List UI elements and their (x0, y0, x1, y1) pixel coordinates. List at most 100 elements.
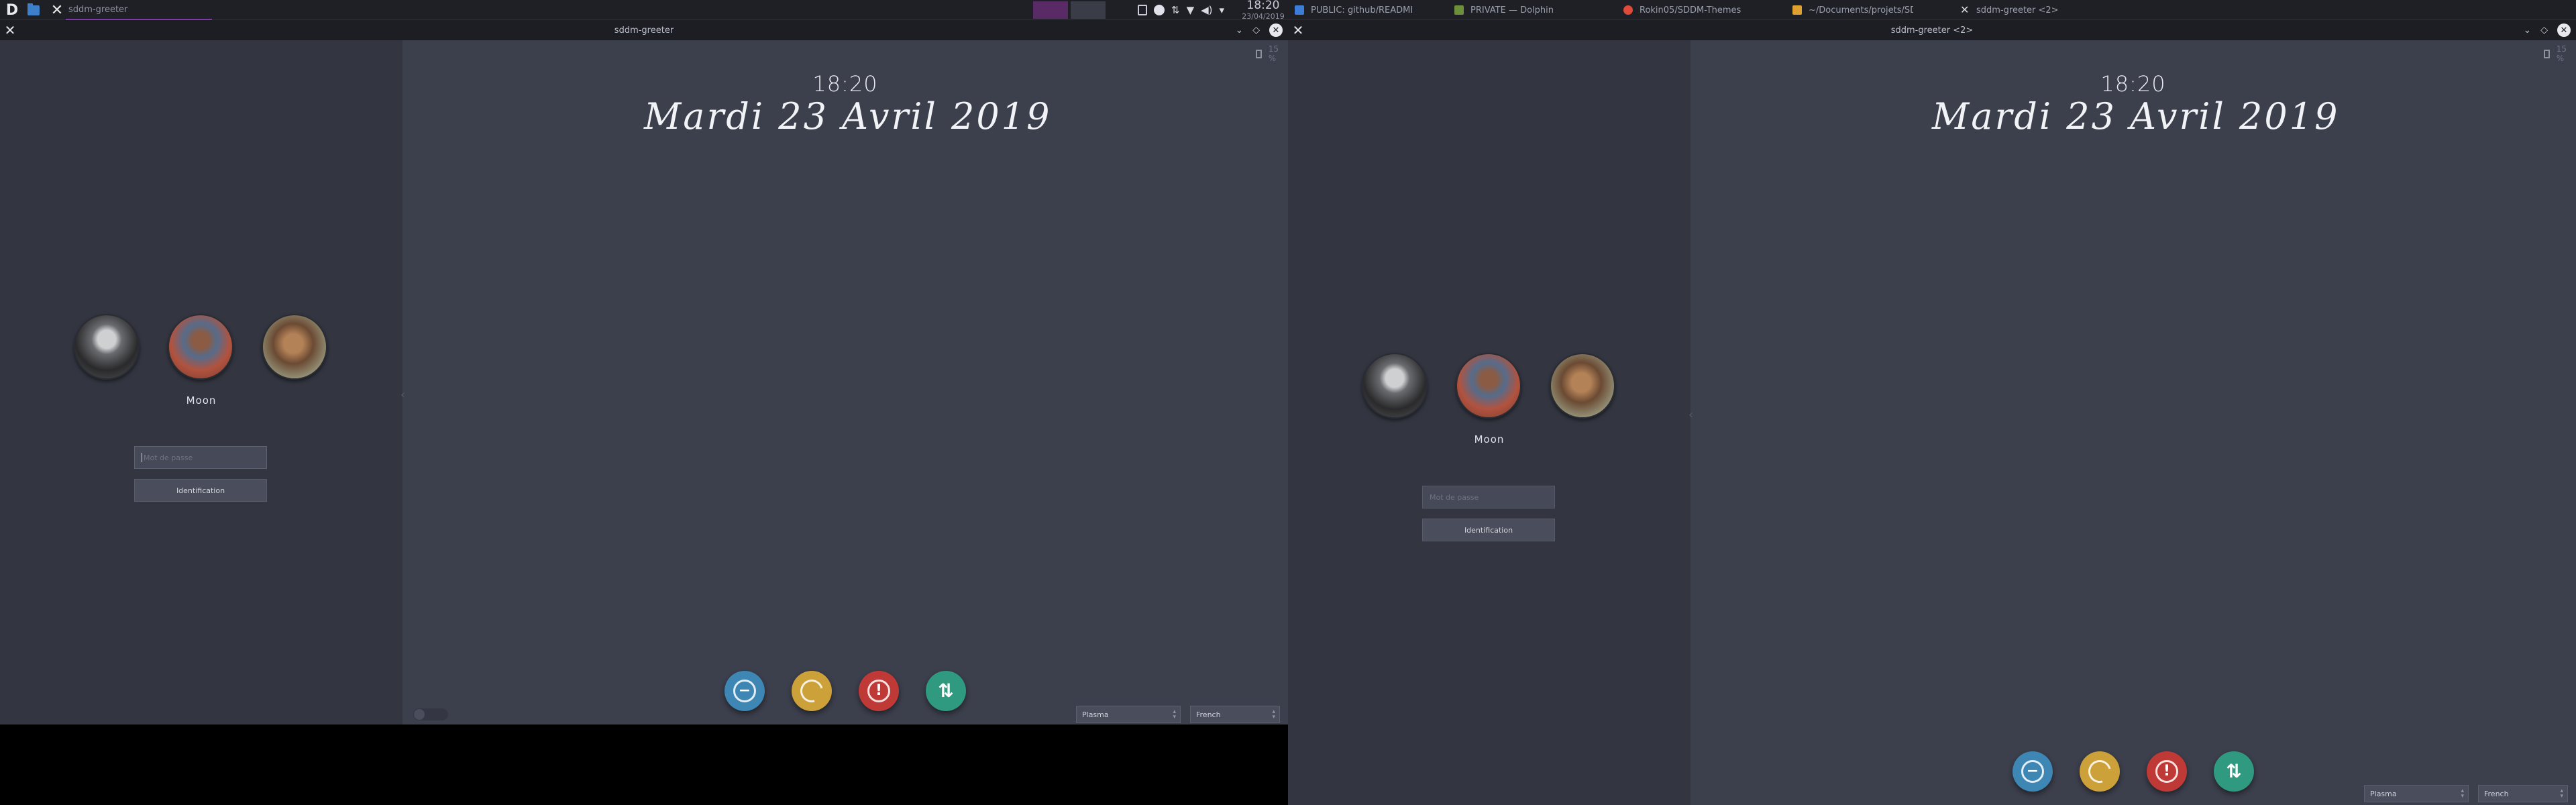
close-icon[interactable]: ✕ (1269, 23, 1283, 37)
virtual-keyboard-toggle[interactable] (413, 708, 448, 720)
updates-icon[interactable] (1154, 5, 1165, 15)
task-sddm-greeter[interactable]: sddm-greeter (66, 0, 212, 20)
switch-user-button[interactable]: ⇅ (2214, 751, 2254, 792)
restart-icon (796, 675, 828, 707)
sidebar-handle[interactable] (1688, 408, 1693, 421)
dolphin-icon (1454, 5, 1464, 15)
power-actions: − ! ⇅ (724, 671, 966, 711)
task-item[interactable]: PRIVATE — Dolphin (1454, 0, 1575, 20)
panel-clock-time: 18:20 (1246, 0, 1280, 12)
date: Mardi 23 Avril 2019 (644, 95, 1052, 138)
language-select[interactable]: French ▴ ▾ (1190, 706, 1280, 723)
window-titlebar[interactable]: ✕ sddm-greeter ⌄ ◇ ✕ (0, 20, 1288, 40)
top-panel: D ✕ sddm-greeter ⇅ ▼ ◀) ▾ 18:20 23/04/20… (0, 0, 2576, 20)
restart-button[interactable] (2080, 751, 2120, 792)
unused-screen-area (0, 724, 1288, 805)
login-button[interactable]: Identification (1422, 519, 1555, 541)
window-title: sddm-greeter (614, 25, 674, 36)
user-list[interactable] (74, 314, 327, 380)
user-avatar-selected[interactable] (1456, 353, 1521, 419)
user-avatar[interactable] (74, 314, 140, 380)
login-button[interactable]: Identification (134, 479, 267, 502)
clock: 18:20 (812, 71, 878, 97)
maximize-icon[interactable]: ◇ (1252, 25, 1260, 36)
virtual-desktop-pager[interactable] (1033, 0, 1154, 20)
window-title: sddm-greeter <2> (1890, 25, 1974, 36)
user-list[interactable] (1362, 353, 1615, 419)
switch-user-icon: ⇅ (938, 680, 954, 702)
suspend-icon: − (2021, 760, 2044, 783)
switch-user-icon: ⇅ (2226, 760, 2242, 782)
session-select[interactable]: Plasma ▴ ▾ (2364, 785, 2469, 802)
desktop-2[interactable] (1071, 1, 1106, 19)
battery-icon (2544, 49, 2550, 58)
sidebar-handle[interactable] (400, 388, 405, 401)
battery-icon (1256, 49, 1262, 58)
login-sidebar (1288, 40, 1690, 805)
greeter-window-1: ✕ sddm-greeter ⌄ ◇ ✕ 15 % 18:20 Mardi 23… (0, 20, 1288, 805)
language-select[interactable]: French ▴ ▾ (2478, 785, 2568, 802)
user-avatar[interactable] (1550, 353, 1615, 419)
chevron-updown-icon: ▴ ▾ (2560, 788, 2563, 800)
chevron-updown-icon: ▴ ▾ (1173, 708, 1176, 721)
background (402, 40, 1288, 724)
suspend-icon: − (733, 680, 756, 702)
user-avatar-selected[interactable] (168, 314, 233, 380)
close-icon[interactable]: ✕ (3, 20, 17, 40)
firefox-icon (1623, 5, 1633, 15)
desktop-1[interactable] (1033, 1, 1068, 19)
greeter-window-2: ✕ sddm-greeter <2> ⌄ ◇ ✕ 15 % 18:20 Mard… (1288, 20, 2576, 805)
shutdown-button[interactable]: ! (2147, 751, 2187, 792)
selected-user-name: Moon (186, 394, 217, 407)
session-select[interactable]: Plasma ▴ ▾ (1076, 706, 1181, 723)
close-icon[interactable]: ✕ (50, 0, 64, 20)
selected-user-name: Moon (1474, 433, 1505, 445)
power-actions: − ! ⇅ (2012, 751, 2254, 792)
task-item[interactable]: PUBLIC: github/README.md (1295, 0, 1412, 20)
notification-icon[interactable]: ⇅ (1171, 4, 1180, 16)
greeter-content: 15 % 18:20 Mardi 23 Avril 2019 Moon Mot … (1288, 40, 2576, 805)
close-icon[interactable]: ✕ (2557, 23, 2571, 37)
system-tray: ⇅ ▼ ◀) ▾ (1138, 0, 1232, 20)
application-launcher[interactable]: D (4, 0, 20, 20)
restart-button[interactable] (792, 671, 832, 711)
editor-icon (1295, 5, 1304, 15)
volume-icon[interactable]: ◀) (1201, 4, 1212, 16)
panel-clock[interactable]: 18:20 23/04/2019 (1236, 0, 1291, 20)
switch-user-button[interactable]: ⇅ (926, 671, 966, 711)
greeter-content: 15 % 18:20 Mardi 23 Avril 2019 Moon Mot … (0, 40, 1288, 724)
password-field[interactable]: Mot de passe (1422, 486, 1555, 508)
battery-indicator: 15 % (1256, 44, 1288, 63)
task-item[interactable]: ~/Documents/projets/SDDM-Them... (1792, 0, 1913, 20)
chevron-updown-icon: ▴ ▾ (2461, 788, 2464, 800)
window-titlebar[interactable]: ✕ sddm-greeter <2> ⌄ ◇ ✕ (1288, 20, 2576, 40)
background (1690, 40, 2576, 805)
minimize-icon[interactable]: ⌄ (2523, 25, 2531, 36)
power-icon: ! (867, 680, 890, 702)
user-avatar[interactable] (262, 314, 327, 380)
panel-clock-date: 23/04/2019 (1242, 12, 1285, 21)
clock: 18:20 (2100, 71, 2166, 97)
restart-icon (2084, 755, 2116, 788)
power-icon: ! (2155, 760, 2178, 783)
task-item[interactable]: ✕ sddm-greeter <2> (1960, 0, 2061, 20)
login-sidebar (0, 40, 402, 724)
clipboard-icon[interactable] (1138, 5, 1147, 15)
close-icon[interactable]: ✕ (1291, 20, 1305, 40)
maximize-icon[interactable]: ◇ (2540, 25, 2548, 36)
task-manager: PUBLIC: github/README.md PRIVATE — Dolph… (1288, 0, 2576, 20)
folder-icon[interactable] (25, 0, 42, 20)
minimize-icon[interactable]: ⌄ (1235, 25, 1243, 36)
battery-indicator: 15 % (2544, 44, 2576, 63)
chevron-updown-icon: ▴ ▾ (1272, 708, 1275, 721)
shutdown-button[interactable]: ! (859, 671, 899, 711)
close-icon: ✕ (1960, 3, 1970, 16)
suspend-button[interactable]: − (2012, 751, 2053, 792)
user-avatar[interactable] (1362, 353, 1428, 419)
task-item[interactable]: Rokin05/SDDM-Themes - Mozilla Fi... (1623, 0, 1741, 20)
wifi-icon[interactable]: ▼ (1187, 4, 1195, 16)
password-field[interactable]: Mot de passe (134, 446, 267, 469)
suspend-button[interactable]: − (724, 671, 765, 711)
terminal-icon (1792, 5, 1802, 15)
tray-expand-icon[interactable]: ▾ (1220, 4, 1225, 16)
